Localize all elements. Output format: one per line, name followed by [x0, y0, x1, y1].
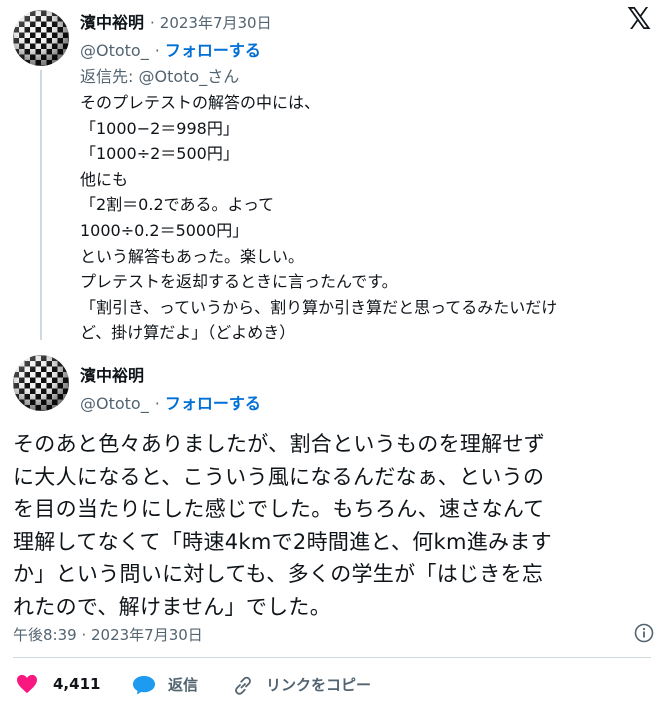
- reply-to-label[interactable]: 返信先: @Ototo_さん: [80, 63, 239, 87]
- reply-follow-button[interactable]: フォローする: [165, 37, 261, 61]
- like-count: 4,411: [53, 675, 101, 693]
- main-follow-button[interactable]: フォローする: [165, 390, 261, 414]
- info-icon[interactable]: [634, 623, 654, 643]
- main-author-name[interactable]: 濱中裕明: [80, 362, 144, 386]
- thread-line: [40, 70, 42, 340]
- divider: [13, 657, 651, 658]
- reply-date-sep: ·: [150, 14, 155, 32]
- reply-date[interactable]: 2023年7月30日: [160, 12, 272, 33]
- main-handle-row: @Ototo_ · フォローする: [80, 390, 261, 414]
- reply-handle-row: @Ototo_ · フォローする: [80, 37, 261, 61]
- main-tweet-text: そのあと色々ありましたが、割合というものを理解せず に大人になると、こういう風に…: [13, 432, 552, 619]
- heart-icon: [16, 674, 38, 694]
- main-handle[interactable]: @Ototo_: [80, 394, 149, 413]
- main-author-avatar[interactable]: [13, 355, 69, 411]
- reply-handle[interactable]: @Ototo_: [80, 41, 149, 60]
- reply-header: 濱中裕明 · 2023年7月30日: [80, 9, 272, 33]
- reply-author-avatar[interactable]: [13, 10, 69, 66]
- copy-link-label: リンクをコピー: [266, 676, 372, 694]
- reply-author-name[interactable]: 濱中裕明: [80, 9, 144, 33]
- reply-button[interactable]: 返信: [132, 674, 198, 695]
- reply-label: 返信: [168, 676, 199, 694]
- x-logo-icon[interactable]: 𝕏: [627, 2, 651, 37]
- main-handle-sep: ·: [154, 394, 160, 413]
- like-button[interactable]: 4,411: [16, 674, 100, 694]
- link-icon: [232, 675, 254, 695]
- reply-bubble-icon: [132, 675, 156, 695]
- tweet-timestamp[interactable]: 午後8:39 · 2023年7月30日: [13, 624, 203, 645]
- copy-link-button[interactable]: リンクをコピー: [232, 674, 371, 695]
- reply-text: そのプレテストの解答の中には、 「1000−2＝998円」 「1000÷2＝50…: [80, 93, 558, 343]
- reply-handle-sep: ·: [154, 41, 160, 60]
